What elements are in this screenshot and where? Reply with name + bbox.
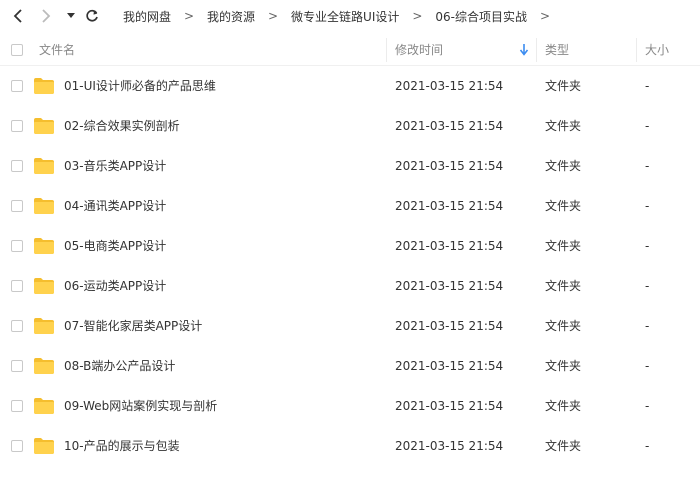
folder-icon <box>34 278 54 294</box>
file-modified-time: 2021-03-15 21:54 <box>395 279 504 293</box>
file-type: 文件夹 <box>545 199 582 213</box>
breadcrumb-separator: > <box>539 9 550 23</box>
breadcrumb-my-resources[interactable]: 我的资源 <box>201 8 261 25</box>
back-button[interactable] <box>8 6 28 26</box>
file-name[interactable]: 07-智能化家居类APP设计 <box>64 306 202 346</box>
file-type: 文件夹 <box>545 79 582 93</box>
file-modified-time: 2021-03-15 21:54 <box>395 199 504 213</box>
file-type: 文件夹 <box>545 119 582 133</box>
file-modified-time: 2021-03-15 21:54 <box>395 239 504 253</box>
folder-icon <box>34 238 54 254</box>
file-name[interactable]: 01-UI设计师必备的产品思维 <box>64 66 216 106</box>
forward-button[interactable] <box>36 6 56 26</box>
folder-icon <box>34 318 54 334</box>
breadcrumb-separator: > <box>412 9 423 23</box>
file-size: - <box>645 79 650 93</box>
file-type: 文件夹 <box>545 399 582 413</box>
select-all-checkbox[interactable] <box>11 44 23 56</box>
arrow-down-icon[interactable] <box>519 44 529 59</box>
chevron-right-icon <box>42 9 51 23</box>
breadcrumb-separator: > <box>183 9 195 23</box>
row-checkbox[interactable] <box>11 280 23 292</box>
column-header-modified[interactable]: 修改时间 <box>395 35 443 65</box>
file-name[interactable]: 08-B端办公产品设计 <box>64 346 175 386</box>
file-name[interactable]: 10-产品的展示与包装 <box>64 426 180 466</box>
column-divider[interactable] <box>636 38 637 62</box>
refresh-icon <box>86 9 98 22</box>
file-modified-time: 2021-03-15 21:54 <box>395 399 504 413</box>
file-modified-time: 2021-03-15 21:54 <box>395 119 504 133</box>
file-type: 文件夹 <box>545 359 582 373</box>
file-modified-time: 2021-03-15 21:54 <box>395 159 504 173</box>
navigation-bar: 我的网盘 > 我的资源 > 微专业全链路UI设计 > 06-综合项目实战 > <box>0 0 700 32</box>
file-row[interactable]: 08-B端办公产品设计 2021-03-15 21:54 文件夹 - <box>0 346 700 386</box>
refresh-button[interactable] <box>82 6 102 26</box>
row-checkbox[interactable] <box>11 440 23 452</box>
file-row[interactable]: 06-运动类APP设计 2021-03-15 21:54 文件夹 - <box>0 266 700 306</box>
file-modified-time: 2021-03-15 21:54 <box>395 319 504 333</box>
folder-icon <box>34 118 54 134</box>
file-size: - <box>645 199 650 213</box>
row-checkbox[interactable] <box>11 120 23 132</box>
file-size: - <box>645 439 650 453</box>
column-header-size[interactable]: 大小 <box>645 35 669 65</box>
file-name[interactable]: 09-Web网站案例实现与剖析 <box>64 386 217 426</box>
file-type: 文件夹 <box>545 239 582 253</box>
file-row[interactable]: 02-综合效果实例剖析 2021-03-15 21:54 文件夹 - <box>0 106 700 146</box>
file-size: - <box>645 359 650 373</box>
row-checkbox[interactable] <box>11 240 23 252</box>
file-row[interactable]: 07-智能化家居类APP设计 2021-03-15 21:54 文件夹 - <box>0 306 700 346</box>
file-list-header: 文件名 修改时间 类型 大小 <box>0 35 700 66</box>
file-type: 文件夹 <box>545 279 582 293</box>
folder-icon <box>34 78 54 94</box>
file-size: - <box>645 239 650 253</box>
breadcrumb-course[interactable]: 微专业全链路UI设计 <box>285 8 405 25</box>
column-divider[interactable] <box>386 38 387 62</box>
row-checkbox[interactable] <box>11 200 23 212</box>
file-size: - <box>645 159 650 173</box>
column-divider[interactable] <box>536 38 537 62</box>
row-checkbox[interactable] <box>11 400 23 412</box>
file-modified-time: 2021-03-15 21:54 <box>395 79 504 93</box>
chevron-left-icon <box>13 9 22 23</box>
row-checkbox[interactable] <box>11 360 23 372</box>
folder-icon <box>34 358 54 374</box>
file-row[interactable]: 05-电商类APP设计 2021-03-15 21:54 文件夹 - <box>0 226 700 266</box>
file-name[interactable]: 02-综合效果实例剖析 <box>64 106 180 146</box>
file-name[interactable]: 04-通讯类APP设计 <box>64 186 166 226</box>
file-name[interactable]: 03-音乐类APP设计 <box>64 146 166 186</box>
column-header-type[interactable]: 类型 <box>545 35 569 65</box>
file-type: 文件夹 <box>545 319 582 333</box>
row-checkbox[interactable] <box>11 160 23 172</box>
breadcrumb-separator: > <box>268 9 279 23</box>
file-size: - <box>645 119 650 133</box>
file-row[interactable]: 10-产品的展示与包装 2021-03-15 21:54 文件夹 - <box>0 426 700 466</box>
row-checkbox[interactable] <box>11 320 23 332</box>
breadcrumb-my-disk[interactable]: 我的网盘 <box>117 8 177 25</box>
column-header-name[interactable]: 文件名 <box>39 35 75 65</box>
file-size: - <box>645 319 650 333</box>
file-name[interactable]: 06-运动类APP设计 <box>64 266 166 306</box>
folder-icon <box>34 438 54 454</box>
file-row[interactable]: 04-通讯类APP设计 2021-03-15 21:54 文件夹 - <box>0 186 700 226</box>
file-row[interactable]: 09-Web网站案例实现与剖析 2021-03-15 21:54 文件夹 - <box>0 386 700 426</box>
folder-icon <box>34 158 54 174</box>
file-row[interactable]: 01-UI设计师必备的产品思维 2021-03-15 21:54 文件夹 - <box>0 66 700 106</box>
folder-icon <box>34 398 54 414</box>
file-row[interactable]: 03-音乐类APP设计 2021-03-15 21:54 文件夹 - <box>0 146 700 186</box>
file-modified-time: 2021-03-15 21:54 <box>395 359 504 373</box>
file-size: - <box>645 279 650 293</box>
breadcrumb: 我的网盘 > 我的资源 > 微专业全链路UI设计 > 06-综合项目实战 > <box>117 0 557 32</box>
file-name[interactable]: 05-电商类APP设计 <box>64 226 166 266</box>
folder-icon <box>34 198 54 214</box>
file-size: - <box>645 399 650 413</box>
file-modified-time: 2021-03-15 21:54 <box>395 439 504 453</box>
history-dropdown-button[interactable] <box>64 6 78 26</box>
file-type: 文件夹 <box>545 159 582 173</box>
file-type: 文件夹 <box>545 439 582 453</box>
breadcrumb-current-folder[interactable]: 06-综合项目实战 <box>429 8 533 25</box>
row-checkbox[interactable] <box>11 80 23 92</box>
caret-down-icon <box>67 13 75 18</box>
